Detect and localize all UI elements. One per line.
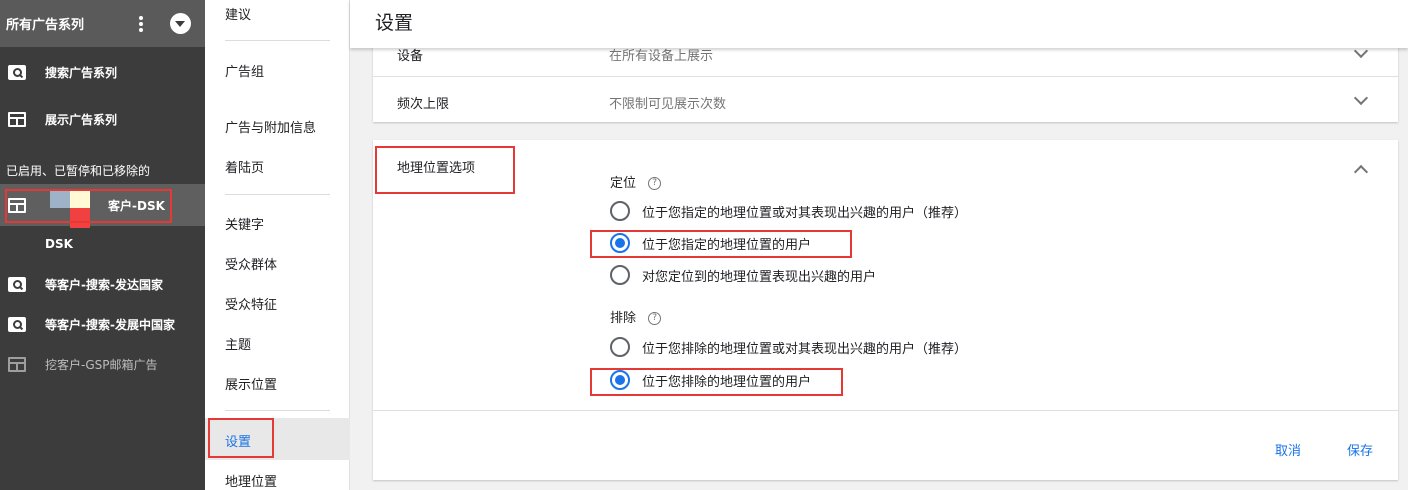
targeting-option-presence-or-interest[interactable]: 位于您指定的地理位置或对其表现出兴趣的用户（推荐） (610, 200, 967, 222)
nav-item-audiences[interactable]: 受众群体 (225, 254, 277, 273)
sidebar-item-search-campaigns[interactable]: 搜索广告系列 (0, 52, 205, 92)
sidebar-item-label: 搜索广告系列 (45, 65, 118, 80)
nav-item-topics[interactable]: 主题 (225, 334, 251, 353)
page-nav: 建议 广告组 广告与附加信息 着陆页 关键字 受众群体 受众特征 主题 展示位置… (205, 0, 350, 490)
campaign-sidebar: 所有广告系列 搜索广告系列 展示广告系列 已启用、已暂停和已移除的 客户-DSK… (0, 0, 205, 490)
row-label: 频次上限 (397, 97, 450, 112)
page-title: 设置 (375, 12, 414, 34)
cancel-button[interactable]: 取消 (1275, 440, 1301, 459)
row-divider (373, 76, 1398, 77)
help-icon[interactable]: ? (648, 312, 662, 325)
location-options-card: 地理位置选项 定位 ? 位于您指定的地理位置或对其表现出兴趣的用户（推荐） 位于… (373, 140, 1398, 480)
exclusion-label: 排除 (610, 311, 637, 326)
nav-item-ad-groups[interactable]: 广告组 (225, 61, 264, 80)
chevron-down-icon[interactable] (1353, 90, 1369, 106)
sidebar-item-campaign-gsp[interactable]: 挖客户-GSP邮箱广告 (0, 344, 205, 384)
highlight-box (208, 418, 274, 458)
nav-item-ads-extensions[interactable]: 广告与附加信息 (225, 117, 316, 136)
radio-label: 对您定位到的地理位置表现出兴趣的用户 (642, 269, 877, 285)
row-value: 不限制可见展示次数 (609, 97, 727, 112)
settings-main: 设置 设备 在所有设备上展示 频次上限 不限制可见展示次数 地理位置选项 定位 … (350, 0, 1408, 490)
save-button[interactable]: 保存 (1347, 440, 1373, 459)
search-icon (8, 64, 26, 80)
sidebar-item-campaign-developed[interactable]: 等客户-搜索-发达国家 (0, 264, 205, 304)
sidebar-item-display-campaigns[interactable]: 展示广告系列 (0, 99, 205, 139)
nav-divider (225, 410, 330, 411)
highlight-box (590, 230, 852, 258)
sidebar-item-campaign-developing[interactable]: 等客户-搜索-发展中国家 (0, 304, 205, 344)
nav-divider (225, 40, 330, 41)
highlight-box (590, 368, 843, 396)
card-divider (373, 410, 1398, 411)
nav-item-demographics[interactable]: 受众特征 (225, 294, 277, 313)
nav-item-placements[interactable]: 展示位置 (225, 374, 277, 393)
help-icon[interactable]: ? (648, 177, 662, 190)
dropdown-icon[interactable] (170, 13, 191, 34)
nav-item-landing-pages[interactable]: 着陆页 (225, 157, 264, 176)
campaign-name: 挖客户-GSP邮箱广告 (45, 357, 158, 372)
nav-item-keywords[interactable]: 关键字 (225, 214, 264, 233)
exclusion-label-group: 排除 ? (610, 307, 662, 326)
targeting-option-interest[interactable]: 对您定位到的地理位置表现出兴趣的用户 (610, 264, 876, 286)
chevron-up-icon[interactable] (1353, 164, 1369, 180)
nav-item-recommendations[interactable]: 建议 (225, 4, 251, 23)
campaign-sub-label: DSK (45, 237, 73, 251)
exclusion-option-presence-or-interest[interactable]: 位于您排除的地理位置或对其表现出兴趣的用户（推荐） (610, 336, 967, 358)
display-icon (8, 356, 26, 372)
search-icon (8, 316, 26, 332)
display-icon (8, 111, 26, 127)
nav-divider (225, 194, 330, 195)
targeting-label: 定位 (610, 176, 637, 191)
radio-button[interactable] (610, 201, 630, 221)
highlight-box (375, 146, 515, 194)
page-header: 设置 (350, 0, 1408, 48)
radio-label: 位于您指定的地理位置或对其表现出兴趣的用户（推荐） (642, 205, 968, 221)
highlight-box (5, 189, 172, 223)
campaign-status-filter-label: 已启用、已暂停和已移除的 (6, 164, 151, 178)
radio-button[interactable] (610, 265, 630, 285)
radio-label: 位于您排除的地理位置或对其表现出兴趣的用户（推荐） (642, 341, 968, 357)
sidebar-header: 所有广告系列 (0, 0, 205, 47)
sidebar-title[interactable]: 所有广告系列 (6, 14, 84, 33)
search-icon (8, 276, 26, 292)
campaign-name: 等客户-搜索-发达国家 (45, 277, 163, 292)
sidebar-item-label: 展示广告系列 (45, 112, 118, 127)
more-options-icon[interactable] (135, 14, 147, 34)
radio-button[interactable] (610, 337, 630, 357)
targeting-label-group: 定位 ? (610, 172, 662, 191)
nav-item-locations[interactable]: 地理位置 (225, 471, 277, 490)
campaign-name: 等客户-搜索-发展中国家 (45, 317, 175, 332)
